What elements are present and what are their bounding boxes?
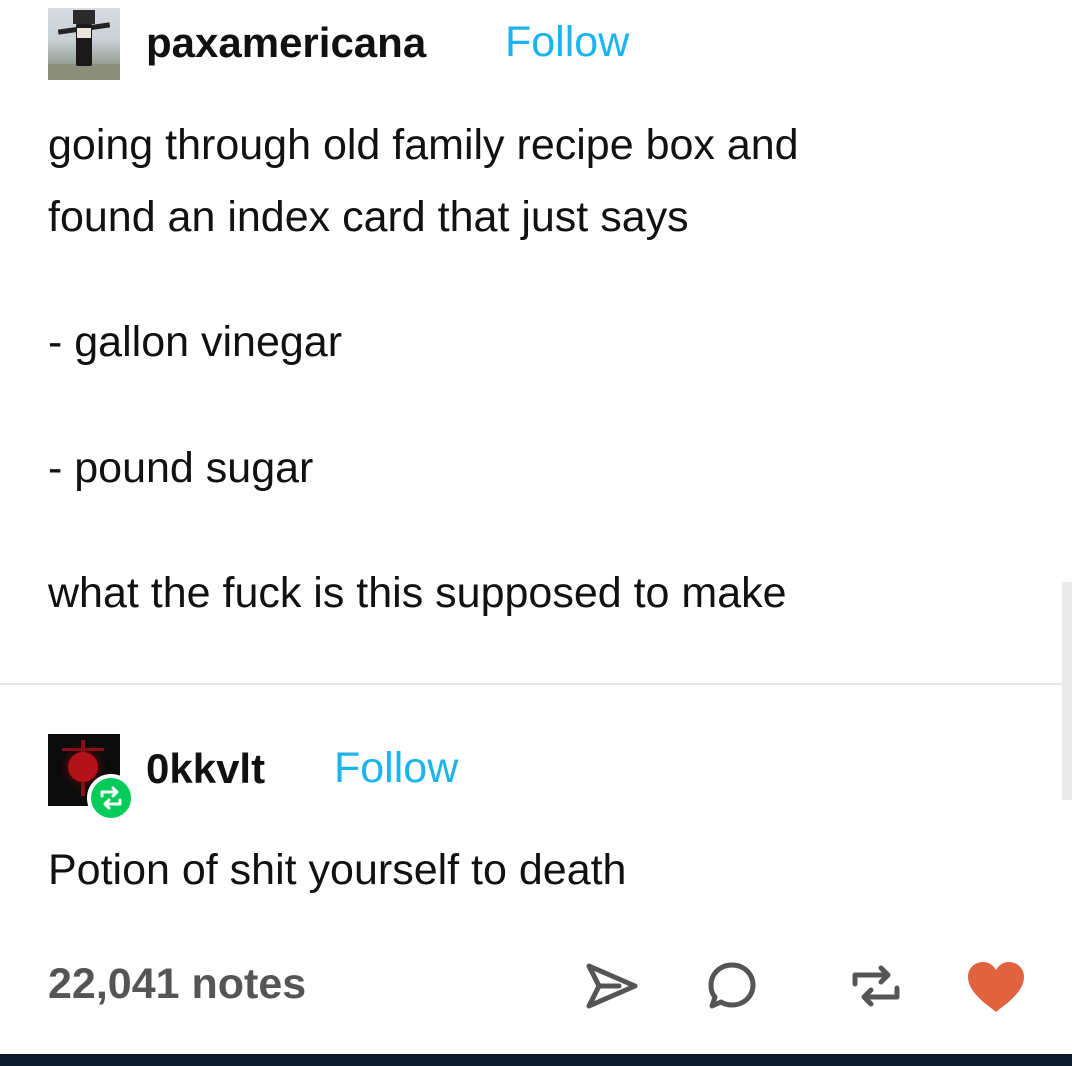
follow-button[interactable]: Follow xyxy=(334,747,458,790)
follow-button[interactable]: Follow xyxy=(505,21,629,64)
tumblr-post: paxamericana Follow going through old fa… xyxy=(0,0,1072,1066)
notes-count[interactable]: 22,041 notes xyxy=(48,963,306,1006)
avatar-figure-head xyxy=(73,10,95,24)
divider xyxy=(0,683,1072,685)
avatar-sigil xyxy=(68,752,98,782)
post-text-line: found an index card that just says xyxy=(48,193,689,241)
reblog-text: Potion of shit yourself to death xyxy=(48,846,627,894)
reblog-badge xyxy=(87,774,135,822)
post-text-line: - pound sugar xyxy=(48,444,314,492)
post-text-line: what the fuck is this supposed to make xyxy=(48,569,787,617)
bottom-bar xyxy=(0,1054,1072,1066)
scrollbar[interactable] xyxy=(1062,582,1072,800)
avatar-ground xyxy=(48,64,120,80)
avatar-figure-face xyxy=(77,28,91,38)
reblog-icon[interactable] xyxy=(848,962,904,1015)
post-text-line: - gallon vinegar xyxy=(48,318,343,366)
heart-icon[interactable] xyxy=(966,960,1026,1019)
comment-icon[interactable] xyxy=(706,960,758,1017)
reblogger-username[interactable]: 0kkvlt xyxy=(146,748,265,790)
author-avatar[interactable] xyxy=(48,8,120,80)
send-icon[interactable] xyxy=(585,962,639,1015)
reblog-icon xyxy=(100,786,122,810)
author-username[interactable]: paxamericana xyxy=(146,22,426,64)
avatar-sigil-bar xyxy=(62,748,104,751)
post-text-line: going through old family recipe box and xyxy=(48,121,799,169)
